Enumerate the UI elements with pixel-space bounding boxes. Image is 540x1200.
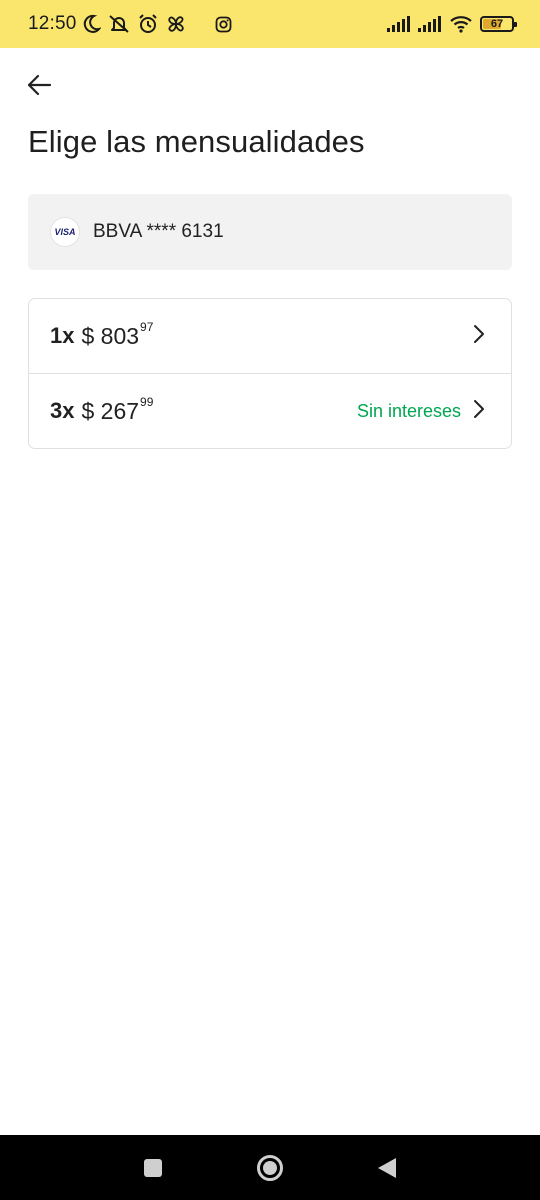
status-time: 12:50	[28, 13, 77, 34]
home-icon	[256, 1155, 284, 1186]
payment-card: VISA BBVA **** 6131	[28, 194, 512, 270]
amount-integer: 267	[100, 397, 140, 424]
arrow-left-icon	[26, 74, 52, 101]
bell-muted-icon	[108, 14, 130, 34]
interest-free-label: Sin intereses	[356, 400, 461, 421]
chevron-right-icon	[473, 399, 485, 424]
recents-button[interactable]	[143, 1158, 163, 1178]
amount-cents: 97	[140, 319, 154, 334]
status-bar: 12:50 67	[0, 0, 540, 48]
currency-symbol: $	[81, 397, 95, 424]
option-right: Sin intereses	[357, 399, 485, 424]
installment-count: 3x	[50, 398, 75, 423]
card-label: BBVA **** 6131	[93, 221, 224, 242]
system-back-button[interactable]	[376, 1156, 398, 1180]
installment-option-3x[interactable]: 3x $ 26799 Sin intereses	[29, 373, 511, 448]
back-triangle-icon	[376, 1158, 398, 1184]
option-right	[473, 324, 485, 349]
navigation-bar	[0, 1135, 540, 1200]
battery-icon: 67	[480, 16, 517, 32]
battery-level: 67	[490, 17, 504, 30]
installment-option-1x[interactable]: 1x $ 80397	[29, 299, 511, 373]
wifi-icon	[449, 15, 473, 33]
instagram-icon	[215, 16, 232, 33]
alarm-icon	[137, 14, 159, 34]
signal-icon	[387, 16, 411, 32]
page-title: Elige las mensualidades	[28, 124, 365, 159]
visa-logo: VISA	[50, 217, 80, 247]
status-right-icons: 67	[387, 15, 517, 33]
moon-icon	[83, 14, 101, 34]
signal-icon	[418, 16, 442, 32]
installment-amount: $ 26799	[81, 394, 154, 425]
status-left-icons	[83, 14, 232, 34]
installment-options: 1x $ 80397 3x $ 26799 Sin intereses	[28, 298, 512, 449]
amount-cents: 99	[140, 394, 154, 409]
amount-integer: 803	[100, 322, 140, 349]
pinwheel-icon	[166, 14, 186, 34]
back-button[interactable]	[22, 70, 56, 104]
installment-count: 1x	[50, 323, 75, 348]
home-button[interactable]	[256, 1154, 284, 1182]
chevron-right-icon	[473, 324, 485, 349]
currency-symbol: $	[81, 322, 95, 349]
recents-icon	[143, 1159, 163, 1182]
installment-amount: $ 80397	[81, 319, 154, 350]
